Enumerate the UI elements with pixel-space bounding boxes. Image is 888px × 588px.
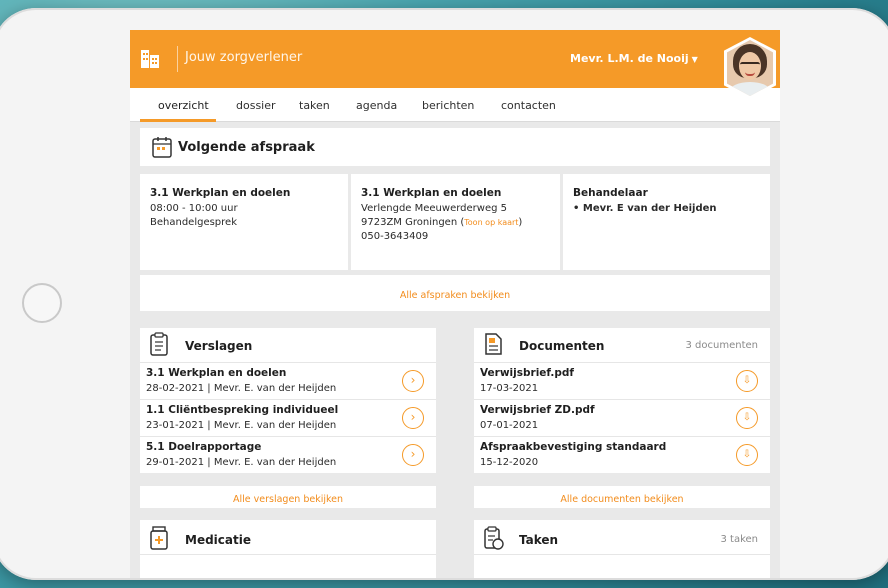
document-date: 15-12-2020 xyxy=(480,457,539,468)
chevron-right-icon[interactable]: › xyxy=(402,444,424,466)
appointment-practitioner: Behandelaar • Mevr. E van der Heijden xyxy=(563,174,770,270)
header-divider xyxy=(177,46,178,72)
list-item[interactable]: 5.1 Doelrapportage 29-01-2021 | Mevr. E.… xyxy=(140,436,436,473)
download-icon[interactable]: ⇩ xyxy=(736,444,758,466)
show-on-map-link[interactable]: Toon op kaart xyxy=(464,218,518,227)
medication-card: Medicatie xyxy=(140,520,436,578)
all-appointments-link[interactable]: Alle afspraken bekijken xyxy=(400,290,510,301)
report-title: 5.1 Doelrapportage xyxy=(146,441,262,453)
medicine-jar-icon xyxy=(150,526,168,550)
app-title: Jouw zorgverlener xyxy=(185,50,303,65)
practitioner-name: • Mevr. E van der Heijden xyxy=(573,203,717,214)
report-meta: 29-01-2021 | Mevr. E. van der Heijden xyxy=(146,457,337,468)
tab-agenda[interactable]: agenda xyxy=(356,99,397,112)
location-phone: 050-3643409 xyxy=(361,231,429,242)
app-screen: Jouw zorgverlener Mevr. L.M. de Nooij ▼ o… xyxy=(130,30,780,578)
list-item[interactable]: Afspraakbevestiging standaard 15-12-2020… xyxy=(474,436,770,473)
list-item[interactable]: 3.1 Werkplan en doelen 28-02-2021 | Mevr… xyxy=(140,362,436,399)
tasks-card: Taken 3 taken xyxy=(474,520,770,578)
report-title: 1.1 Cliëntbespreking individueel xyxy=(146,404,339,416)
documents-title: Documenten xyxy=(519,339,605,353)
list-item[interactable]: Verwijsbrief ZD.pdf 07-01-2021 ⇩ xyxy=(474,399,770,436)
tab-taken[interactable]: taken xyxy=(299,99,330,112)
documents-header: Documenten 3 documenten xyxy=(474,328,770,362)
appointment-details: 3.1 Werkplan en doelen 08:00 - 10:00 uur… xyxy=(140,174,348,270)
location-city-close: ) xyxy=(518,217,523,228)
chevron-right-icon[interactable]: › xyxy=(402,370,424,392)
reports-header: Verslagen xyxy=(140,328,436,362)
document-icon xyxy=(485,333,502,355)
document-date: 17-03-2021 xyxy=(480,383,539,394)
user-menu[interactable]: Mevr. L.M. de Nooij ▼ xyxy=(570,52,698,65)
documents-count: 3 documenten xyxy=(685,340,759,351)
main-nav: overzicht dossier taken agenda berichten… xyxy=(130,88,780,122)
all-appointments-row: Alle afspraken bekijken xyxy=(140,275,770,311)
all-documents-link[interactable]: Alle documenten bekijken xyxy=(560,494,683,505)
location-heading: 3.1 Werkplan en doelen xyxy=(361,187,502,199)
appointment-type: Behandelgesprek xyxy=(150,217,237,228)
report-meta: 23-01-2021 | Mevr. E. van der Heijden xyxy=(146,420,337,431)
document-name: Verwijsbrief.pdf xyxy=(480,367,574,379)
task-clipboard-icon xyxy=(484,526,504,550)
all-reports-row: Alle verslagen bekijken xyxy=(140,486,436,508)
all-reports-link[interactable]: Alle verslagen bekijken xyxy=(233,494,343,505)
calendar-icon xyxy=(152,137,172,158)
home-button[interactable] xyxy=(22,283,62,323)
report-meta: 28-02-2021 | Mevr. E. van der Heijden xyxy=(146,383,337,394)
chevron-right-icon[interactable]: › xyxy=(402,407,424,429)
documents-list: Verwijsbrief.pdf 17-03-2021 ⇩ Verwijsbri… xyxy=(474,362,770,473)
appointment-time: 08:00 - 10:00 uur xyxy=(150,203,238,214)
tab-berichten[interactable]: berichten xyxy=(422,99,474,112)
appointment-location: 3.1 Werkplan en doelen Verlengde Meeuwer… xyxy=(351,174,560,270)
chevron-down-icon: ▼ xyxy=(691,55,698,64)
top-bar: Jouw zorgverlener Mevr. L.M. de Nooij ▼ xyxy=(130,30,780,88)
tasks-count: 3 taken xyxy=(720,534,758,545)
tab-dossier[interactable]: dossier xyxy=(236,99,276,112)
location-street: Verlengde Meeuwerderweg 5 xyxy=(361,203,507,214)
location-city-line: 9723ZM Groningen (Toon op kaart) xyxy=(361,216,550,230)
building-icon xyxy=(141,50,159,68)
reports-list: 3.1 Werkplan en doelen 28-02-2021 | Mevr… xyxy=(140,362,436,473)
tab-overzicht[interactable]: overzicht xyxy=(158,99,209,112)
appointment-heading: 3.1 Werkplan en doelen xyxy=(150,187,291,199)
document-date: 07-01-2021 xyxy=(480,420,539,431)
report-title: 3.1 Werkplan en doelen xyxy=(146,367,287,379)
reports-title: Verslagen xyxy=(185,339,253,353)
list-item[interactable]: 1.1 Cliëntbespreking individueel 23-01-2… xyxy=(140,399,436,436)
list-item[interactable]: Verwijsbrief.pdf 17-03-2021 ⇩ xyxy=(474,362,770,399)
download-icon[interactable]: ⇩ xyxy=(736,407,758,429)
download-icon[interactable]: ⇩ xyxy=(736,370,758,392)
next-appointment-title: Volgende afspraak xyxy=(178,140,315,155)
clipboard-icon xyxy=(150,332,168,356)
tab-contacten[interactable]: contacten xyxy=(501,99,556,112)
medication-title: Medicatie xyxy=(185,533,251,547)
location-city: 9723ZM Groningen ( xyxy=(361,217,465,228)
document-name: Afspraakbevestiging standaard xyxy=(480,441,667,453)
user-name: Mevr. L.M. de Nooij xyxy=(570,52,689,65)
all-documents-row: Alle documenten bekijken xyxy=(474,486,770,508)
tasks-title: Taken xyxy=(519,533,559,547)
document-name: Verwijsbrief ZD.pdf xyxy=(480,404,595,416)
active-tab-indicator xyxy=(140,119,216,122)
next-appointment-header: Volgende afspraak xyxy=(140,128,770,166)
practitioner-heading: Behandelaar xyxy=(573,187,648,199)
